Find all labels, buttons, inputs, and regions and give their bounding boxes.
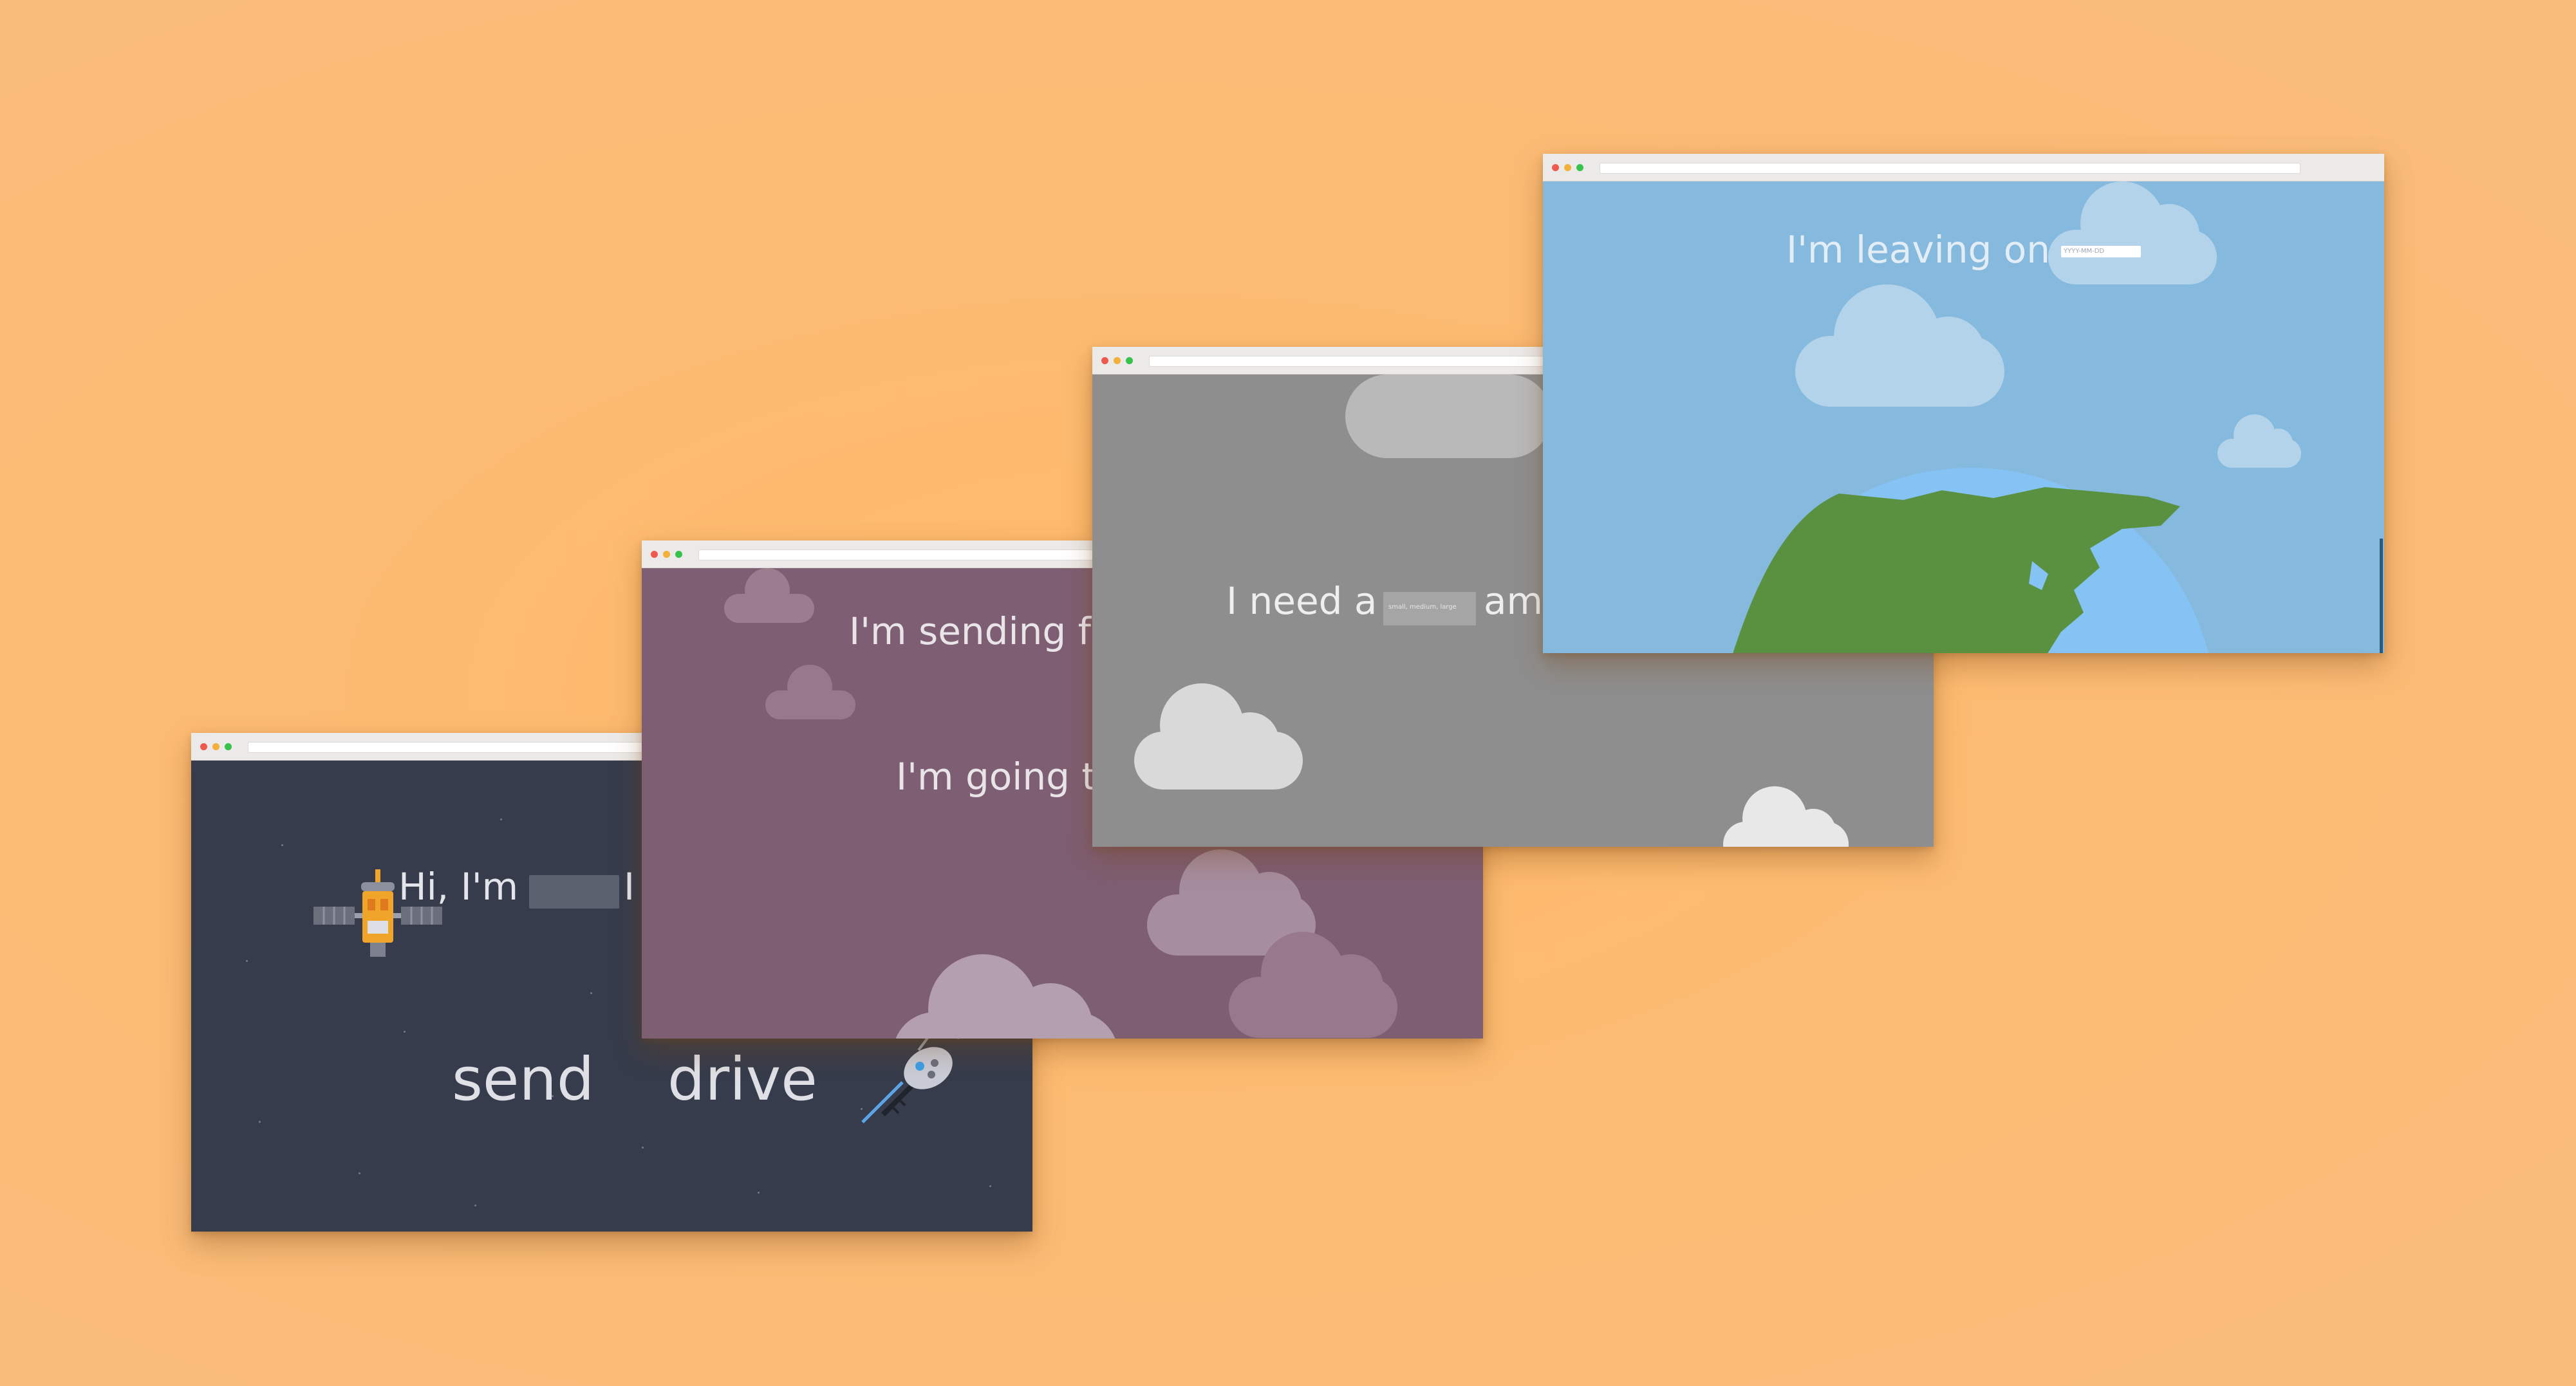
- maximize-dot[interactable]: [1126, 357, 1133, 364]
- size-input[interactable]: small, medium, large: [1383, 592, 1476, 625]
- cloud-icon: [724, 568, 814, 626]
- cloud-icon: [1345, 374, 1558, 465]
- date-input-placeholder: YYYY-MM-DD: [2064, 248, 2105, 255]
- address-bar[interactable]: [1600, 163, 2301, 174]
- close-dot[interactable]: [651, 551, 658, 558]
- browser-chrome: [1543, 154, 2384, 181]
- size-input-placeholder: small, medium, large: [1388, 604, 1457, 611]
- minimize-dot[interactable]: [1114, 357, 1121, 364]
- greeting-tail-text: I: [624, 865, 635, 909]
- maximize-dot[interactable]: [1576, 164, 1583, 171]
- going-text: I'm going t: [896, 755, 1097, 799]
- rover-icon: [861, 1036, 953, 1123]
- close-dot[interactable]: [200, 743, 207, 750]
- close-dot[interactable]: [1552, 164, 1559, 171]
- cloud-icon: [1134, 683, 1308, 793]
- send-option[interactable]: send: [452, 1045, 594, 1114]
- need-tail-text: am: [1484, 579, 1544, 623]
- cloud-icon: [1723, 786, 1852, 847]
- need-text: I need a: [1226, 579, 1377, 623]
- maximize-dot[interactable]: [675, 551, 682, 558]
- earth-icon: [1733, 468, 2208, 653]
- minimize-dot[interactable]: [663, 551, 670, 558]
- close-dot[interactable]: [1101, 357, 1108, 364]
- minimize-dot[interactable]: [212, 743, 219, 750]
- drive-option[interactable]: drive: [667, 1045, 817, 1114]
- name-input[interactable]: [529, 875, 619, 909]
- cloud-icon: [2048, 181, 2222, 291]
- scrollbar[interactable]: [2380, 539, 2383, 653]
- date-input[interactable]: YYYY-MM-DD: [2061, 246, 2141, 257]
- cloud-icon: [1229, 932, 1403, 1039]
- maximize-dot[interactable]: [225, 743, 232, 750]
- greeting-text: Hi, I'm: [398, 865, 519, 909]
- sky-window: I'm leaving on YYYY-MM-DD: [1543, 154, 2384, 653]
- cloud-icon: [1795, 284, 2008, 413]
- leaving-text: I'm leaving on: [1786, 228, 2051, 272]
- sending-text: I'm sending f: [849, 609, 1092, 653]
- cloud-icon: [893, 954, 1125, 1039]
- minimize-dot[interactable]: [1564, 164, 1571, 171]
- cloud-icon: [765, 665, 855, 723]
- cloud-icon: [2217, 414, 2304, 472]
- sky-viewport: I'm leaving on YYYY-MM-DD: [1543, 181, 2384, 653]
